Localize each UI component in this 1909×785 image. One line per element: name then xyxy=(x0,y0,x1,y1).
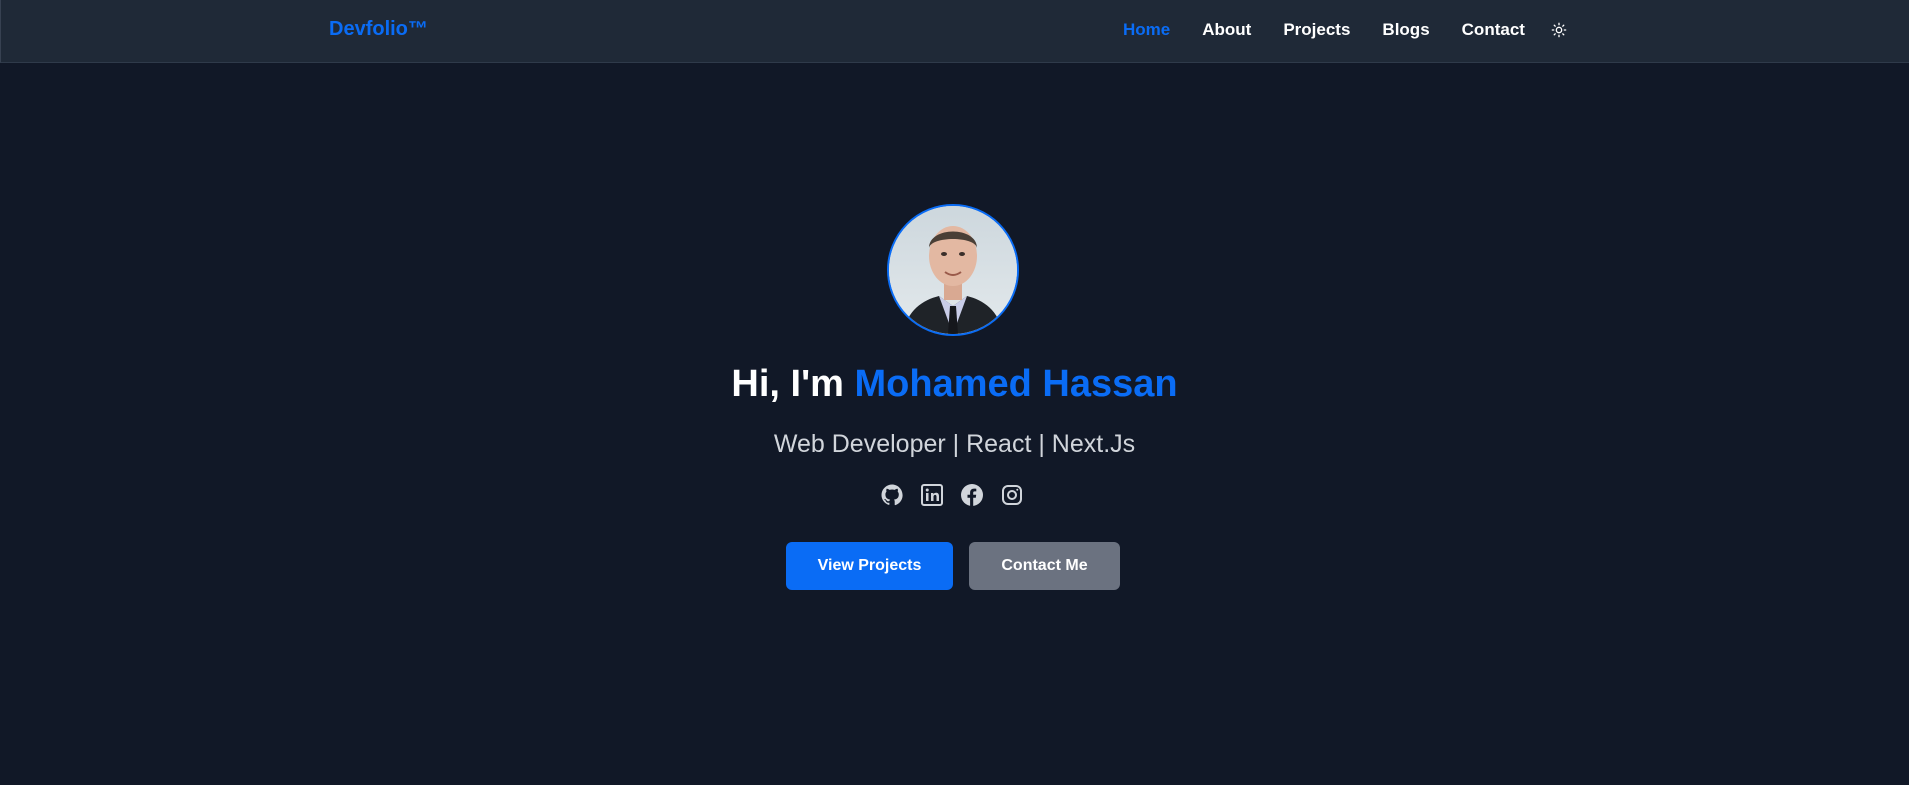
hero-subtitle: Web Developer | React | Next.Js xyxy=(773,430,1136,458)
nav-link-home[interactable]: Home xyxy=(1123,20,1170,40)
view-projects-button[interactable]: View Projects xyxy=(786,542,953,590)
nav-links: Home About Projects Blogs Contact xyxy=(1123,20,1557,40)
sun-icon xyxy=(1551,22,1567,38)
avatar xyxy=(887,204,1019,336)
hero-headline: Hi, I'm Mohamed Hassan xyxy=(0,363,1909,406)
github-link[interactable] xyxy=(880,483,904,507)
navbar: Devfolio™ Home About Projects Blogs Cont… xyxy=(0,0,1909,63)
facebook-icon xyxy=(961,484,983,506)
facebook-link[interactable] xyxy=(960,483,984,507)
nav-link-contact[interactable]: Contact xyxy=(1462,20,1525,40)
linkedin-link[interactable] xyxy=(920,483,944,507)
instagram-link[interactable] xyxy=(1000,483,1024,507)
theme-toggle-button[interactable] xyxy=(1549,20,1569,40)
hero-section: Hi, I'm Mohamed Hassan Web Developer | R… xyxy=(0,63,1909,785)
nav-link-projects[interactable]: Projects xyxy=(1283,20,1350,40)
instagram-icon xyxy=(1002,485,1022,505)
contact-me-button[interactable]: Contact Me xyxy=(969,542,1120,590)
nav-link-about[interactable]: About xyxy=(1202,20,1251,40)
brand-logo[interactable]: Devfolio™ xyxy=(329,18,428,41)
linkedin-icon xyxy=(921,484,943,506)
hero-name: Mohamed Hassan xyxy=(854,363,1178,405)
profile-photo xyxy=(889,206,1017,334)
social-links xyxy=(880,483,1024,507)
hero-greeting: Hi, I'm xyxy=(731,363,844,405)
github-icon xyxy=(881,484,903,506)
nav-link-blogs[interactable]: Blogs xyxy=(1382,20,1429,40)
